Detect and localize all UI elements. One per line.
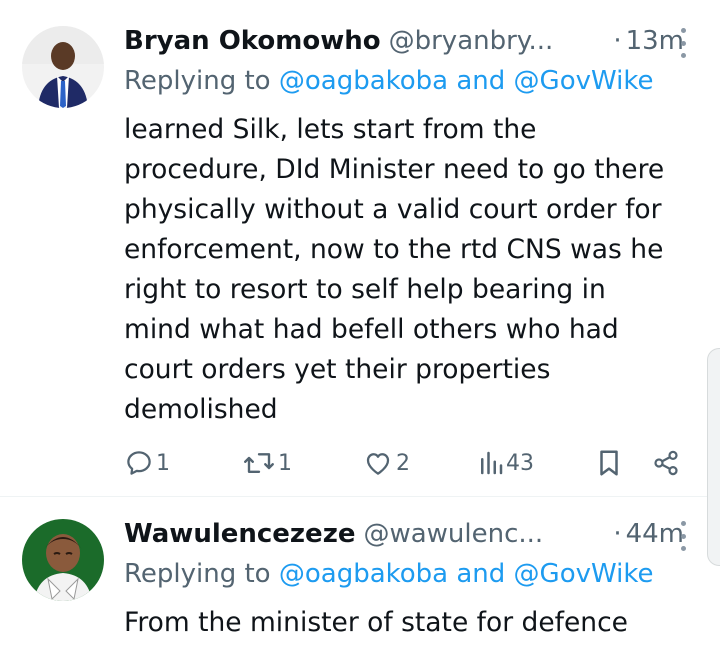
replying-to: Replying to @oagbakoba and @GovWike	[124, 66, 654, 96]
avatar[interactable]	[22, 519, 104, 601]
avatar-image-wawulencezeze	[22, 519, 104, 601]
display-name[interactable]: Wawulencezeze	[124, 519, 355, 549]
tweet-2[interactable]: Wawulencezeze @wawulenc... · 44m Replyin…	[0, 497, 720, 652]
repost-icon	[244, 453, 274, 473]
tweet-1[interactable]: Bryan Okomowho @bryanbry... · 13m Replyi…	[0, 0, 720, 496]
tweet-header: Wawulencezeze @wawulenc... · 44m	[124, 514, 684, 554]
tweet-header: Bryan Okomowho @bryanbry... · 13m	[124, 21, 684, 61]
user-handle[interactable]: @bryanbry...	[389, 26, 554, 56]
like-icon	[366, 453, 390, 475]
separator-dot: ·	[613, 519, 622, 549]
replying-to: Replying to @oagbakoba and @GovWike	[124, 559, 654, 589]
more-icon[interactable]	[676, 28, 690, 58]
repost-button[interactable]: 1	[242, 443, 292, 483]
tweet-text: From the minister of state for defence	[124, 607, 628, 638]
display-name[interactable]: Bryan Okomowho	[124, 26, 381, 56]
replying-to-label: Replying to	[124, 559, 279, 589]
tweet-text: learned Silk, lets start from the proced…	[124, 114, 665, 425]
reply-icon	[127, 451, 151, 475]
separator-dot: ·	[613, 26, 622, 56]
like-count: 2	[396, 450, 410, 476]
replying-to-mentions[interactable]: @oagbakoba and @GovWike	[279, 559, 654, 589]
repost-count: 1	[278, 450, 292, 476]
user-handle[interactable]: @wawulenc...	[363, 519, 543, 549]
avatar[interactable]	[22, 26, 104, 108]
view-count: 43	[506, 450, 534, 476]
views-icon	[481, 451, 503, 475]
avatar-image-bryan	[22, 26, 104, 108]
tweet-actions: 1 1 2 43	[124, 443, 684, 483]
scroll-handle[interactable]	[707, 348, 720, 566]
replying-to-mentions[interactable]: @oagbakoba and @GovWike	[279, 66, 654, 96]
reply-count: 1	[156, 450, 170, 476]
bookmark-icon	[600, 450, 618, 476]
reply-button[interactable]: 1	[124, 443, 170, 483]
bookmark-button[interactable]	[596, 443, 622, 483]
share-icon	[654, 450, 678, 476]
share-button[interactable]	[652, 443, 680, 483]
like-button[interactable]: 2	[362, 443, 410, 483]
more-icon[interactable]	[676, 521, 690, 551]
views-button[interactable]: 43	[478, 443, 534, 483]
replying-to-label: Replying to	[124, 66, 279, 96]
